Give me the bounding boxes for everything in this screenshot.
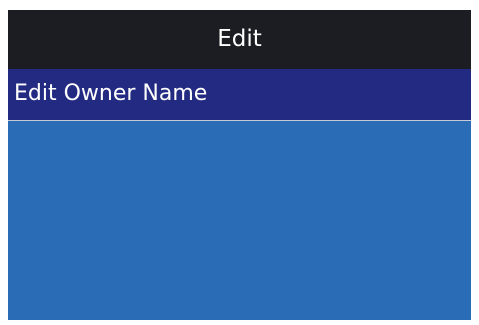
screen-title: Edit (217, 26, 262, 52)
menu-item-label: Edit Owner Name (14, 81, 208, 106)
device-screen: Edit Edit Owner Name (8, 10, 471, 320)
menu-list: Edit Owner Name (8, 69, 471, 320)
menu-item-edit-owner-name[interactable]: Edit Owner Name (8, 69, 471, 121)
title-bar: Edit (8, 10, 471, 69)
